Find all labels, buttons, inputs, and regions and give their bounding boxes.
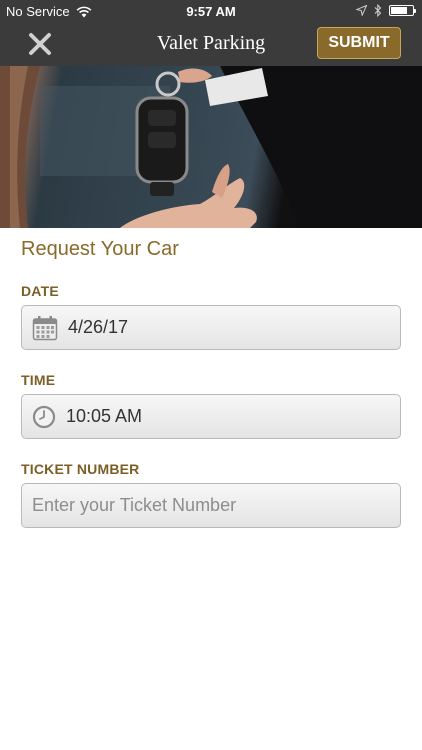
clock-icon [32,405,56,428]
location-arrow-icon [356,5,367,16]
ticket-number-label: TICKET NUMBER [21,461,140,477]
time-label: TIME [21,372,56,388]
hand-holding-car-key-photo [0,66,422,228]
request-car-form: Request Your Car DATE 4/26/17 TIME 10:05… [21,228,401,528]
time-value: 10:05 AM [66,406,143,426]
date-field[interactable]: 4/26/17 [21,305,401,350]
close-button[interactable] [26,30,54,58]
submit-button[interactable]: SUBMIT [317,27,401,59]
date-value: 4/26/17 [68,317,129,337]
calendar-icon [32,315,58,340]
battery-icon [389,5,416,16]
ticket-number-field[interactable] [21,483,401,528]
close-x-icon [29,33,51,55]
date-label: DATE [21,283,59,299]
time-field[interactable]: 10:05 AM [21,394,401,439]
bluetooth-icon [374,4,382,17]
top-bar: No Service 9:57 AM Valet Parking SUBMIT [0,0,422,66]
ticket-number-input[interactable] [32,495,400,516]
battery-level-fill [391,7,407,14]
status-right [356,4,416,17]
form-heading: Request Your Car [21,238,179,260]
status-bar: No Service 9:57 AM [0,0,422,22]
nav-bar: Valet Parking SUBMIT [0,22,422,66]
hero-image [0,66,422,228]
